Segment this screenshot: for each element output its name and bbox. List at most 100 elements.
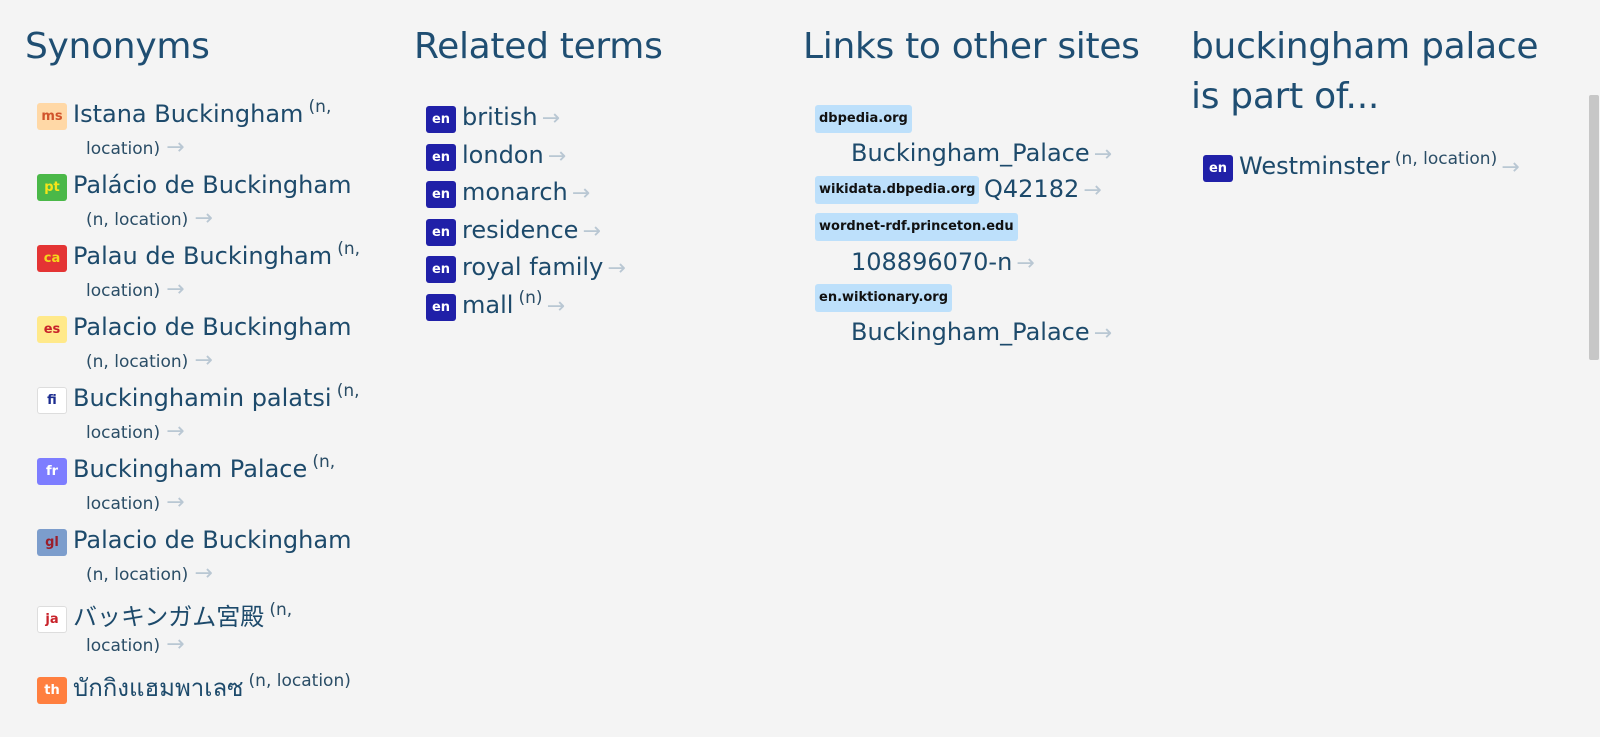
arrow-right-icon[interactable]: → bbox=[1094, 321, 1112, 346]
arrow-right-icon[interactable]: → bbox=[572, 181, 590, 206]
arrow-right-icon[interactable]: → bbox=[194, 561, 212, 586]
related-term-item[interactable]: en london → bbox=[426, 141, 566, 171]
arrow-right-icon[interactable]: → bbox=[542, 106, 560, 131]
related-term[interactable]: royal family bbox=[462, 253, 603, 281]
site-badge-dbpedia[interactable]: dbpedia.org bbox=[815, 105, 912, 133]
synonym-meta: (n, bbox=[308, 97, 332, 117]
lang-badge-ca: ca bbox=[37, 245, 67, 272]
lang-badge-en: en bbox=[1203, 155, 1233, 182]
synonym-meta: location) bbox=[86, 139, 161, 159]
lang-badge-th: th bbox=[37, 677, 67, 704]
synonym-item[interactable]: fr Buckingham Palace (n, location) → bbox=[37, 452, 377, 515]
link-wiktionary[interactable]: Buckingham_Palace → bbox=[851, 318, 1112, 346]
related-terms-column: Related terms en british → en london → en monar… bbox=[414, 0, 779, 321]
scrollbar-track[interactable] bbox=[1588, 0, 1600, 737]
related-term[interactable]: mall bbox=[462, 291, 513, 319]
site-badge-wikidata[interactable]: wikidata.dbpedia.org bbox=[815, 176, 980, 204]
scrollbar-thumb[interactable] bbox=[1589, 95, 1599, 360]
part-of-heading-line1: buckingham palace bbox=[1191, 26, 1539, 67]
arrow-right-icon[interactable]: → bbox=[1016, 251, 1034, 276]
synonym-meta: (n, bbox=[336, 381, 360, 401]
synonym-item[interactable]: es Palacio de Buckingham (n, location) → bbox=[37, 313, 377, 373]
arrow-right-icon[interactable]: → bbox=[1094, 142, 1112, 167]
link-value: Buckingham_Palace bbox=[851, 318, 1090, 346]
synonym-meta: location) bbox=[86, 423, 161, 443]
link-wordnet[interactable]: 108896070-n → bbox=[851, 248, 1035, 276]
part-of-term[interactable]: Westminster bbox=[1239, 152, 1390, 180]
synonym-item[interactable]: pt Palácio de Buckingham (n, location) → bbox=[37, 171, 377, 231]
synonym-item[interactable]: ca Palau de Buckingham (n, location) → bbox=[37, 239, 377, 302]
arrow-right-icon[interactable]: → bbox=[166, 135, 184, 160]
lang-badge-es: es bbox=[37, 316, 67, 343]
synonym-meta: location) bbox=[86, 636, 161, 656]
lang-badge-en: en bbox=[426, 293, 456, 321]
part-of-heading: buckingham palace is part of... bbox=[1191, 22, 1551, 122]
lang-badge-fi: fi bbox=[37, 387, 67, 414]
related-term-meta: (n) bbox=[518, 287, 543, 308]
synonym-item[interactable]: fi Buckinghamin palatsi (n, location) → bbox=[37, 381, 377, 444]
part-of-item[interactable]: en Westminster (n, location) → bbox=[1203, 149, 1520, 182]
site-badge-wordnet[interactable]: wordnet-rdf.princeton.edu bbox=[815, 213, 1018, 241]
lang-badge-fr: fr bbox=[37, 458, 67, 485]
synonym-item[interactable]: ja バッキンガム宮殿 (n, location) → bbox=[37, 597, 377, 657]
synonyms-heading: Synonyms bbox=[25, 26, 210, 67]
arrow-right-icon[interactable]: → bbox=[1501, 155, 1519, 180]
related-term-item[interactable]: en british → bbox=[426, 103, 560, 133]
synonym-term[interactable]: Palacio de Buckingham bbox=[73, 313, 351, 341]
links-column: Links to other sites dbpedia.org Bucking… bbox=[803, 0, 1173, 346]
arrow-right-icon[interactable]: → bbox=[194, 206, 212, 231]
synonym-term[interactable]: Palau de Buckingham bbox=[73, 242, 332, 270]
arrow-right-icon[interactable]: → bbox=[1083, 178, 1101, 203]
synonym-item[interactable]: th บักกิงแฮมพาเลซ (n, location) bbox=[37, 668, 377, 707]
synonym-term[interactable]: Buckingham Palace bbox=[73, 455, 307, 483]
site-badge-wiktionary[interactable]: en.wiktionary.org bbox=[815, 284, 953, 312]
arrow-right-icon[interactable]: → bbox=[607, 256, 625, 281]
related-term[interactable]: residence bbox=[462, 216, 578, 244]
synonym-meta: (n, location) bbox=[86, 565, 189, 585]
lang-badge-en: en bbox=[426, 218, 456, 246]
related-term[interactable]: monarch bbox=[462, 178, 568, 206]
link-value: Q42182 bbox=[984, 175, 1080, 203]
part-of-column: buckingham palace is part of... en Westmi… bbox=[1191, 0, 1551, 182]
link-dbpedia[interactable]: Buckingham_Palace → bbox=[851, 139, 1112, 167]
related-term-item[interactable]: en mall (n) → bbox=[426, 287, 565, 321]
synonym-term[interactable]: บักกิงแฮมพาเลซ bbox=[73, 674, 243, 702]
arrow-right-icon[interactable]: → bbox=[194, 348, 212, 373]
synonym-term[interactable]: Palácio de Buckingham bbox=[73, 171, 351, 199]
related-term[interactable]: british bbox=[462, 103, 538, 131]
link-value: 108896070-n bbox=[851, 248, 1013, 276]
synonym-meta: (n, location) bbox=[86, 210, 189, 230]
link-wikidata[interactable]: Q42182 → bbox=[984, 175, 1102, 203]
arrow-right-icon[interactable]: → bbox=[582, 219, 600, 244]
synonym-meta: (n, location) bbox=[86, 352, 189, 372]
arrow-right-icon[interactable]: → bbox=[166, 632, 184, 657]
related-term[interactable]: london bbox=[462, 141, 544, 169]
arrow-right-icon[interactable]: → bbox=[166, 277, 184, 302]
related-term-item[interactable]: en residence → bbox=[426, 216, 601, 246]
synonym-item[interactable]: ms Istana Buckingham (n, location) → bbox=[37, 97, 377, 160]
lang-badge-gl: gl bbox=[37, 529, 67, 556]
synonym-term[interactable]: Buckinghamin palatsi bbox=[73, 384, 332, 412]
synonym-meta: (n, bbox=[337, 239, 361, 259]
arrow-right-icon[interactable]: → bbox=[548, 144, 566, 169]
related-terms-heading: Related terms bbox=[414, 26, 663, 67]
synonym-item[interactable]: gl Palacio de Buckingham (n, location) → bbox=[37, 526, 377, 586]
links-heading: Links to other sites bbox=[803, 26, 1140, 67]
lang-badge-en: en bbox=[426, 106, 456, 133]
synonyms-column: Synonyms ms Istana Buckingham (n, location… bbox=[25, 0, 390, 704]
arrow-right-icon[interactable]: → bbox=[166, 490, 184, 515]
lang-badge-en: en bbox=[426, 181, 456, 208]
arrow-right-icon[interactable]: → bbox=[547, 294, 565, 319]
synonym-term[interactable]: Palacio de Buckingham bbox=[73, 526, 351, 554]
synonym-meta: location) bbox=[86, 281, 161, 301]
synonym-meta: (n, location) bbox=[248, 671, 351, 691]
synonym-meta: location) bbox=[86, 494, 161, 514]
related-term-item[interactable]: en royal family → bbox=[426, 253, 626, 283]
synonym-term[interactable]: バッキンガム宮殿 bbox=[73, 603, 264, 631]
synonym-term[interactable]: Istana Buckingham bbox=[73, 100, 303, 128]
related-term-item[interactable]: en monarch → bbox=[426, 178, 590, 208]
lang-badge-en: en bbox=[426, 143, 456, 171]
link-value: Buckingham_Palace bbox=[851, 139, 1090, 167]
lang-badge-ms: ms bbox=[37, 103, 67, 130]
arrow-right-icon[interactable]: → bbox=[166, 419, 184, 444]
